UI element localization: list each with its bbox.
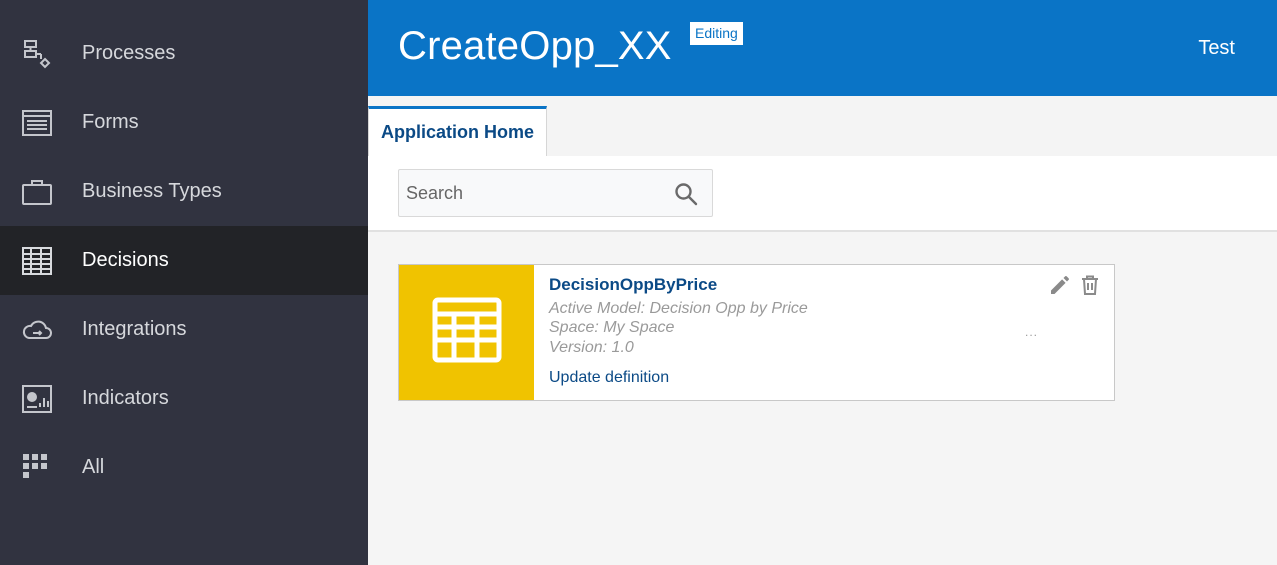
decision-card[interactable]: DecisionOppByPrice Active Model: Decisio… xyxy=(398,264,1115,401)
card-thumbnail xyxy=(399,265,534,400)
sidebar-item-label: All xyxy=(82,456,105,478)
forms-icon xyxy=(20,106,54,140)
editing-badge: Editing xyxy=(690,22,743,45)
search-icon[interactable] xyxy=(674,182,698,206)
sidebar-item-label: Processes xyxy=(82,42,176,64)
processes-icon xyxy=(20,37,54,71)
sidebar-item-label: Integrations xyxy=(82,318,187,340)
sidebar-item-forms[interactable]: Forms xyxy=(0,88,368,157)
sidebar-item-processes[interactable]: Processes xyxy=(0,19,368,88)
card-title[interactable]: DecisionOppByPrice xyxy=(549,275,717,295)
card-space: Space: My Space xyxy=(549,319,675,336)
search-input[interactable] xyxy=(399,170,669,216)
sidebar-item-business-types[interactable]: Business Types xyxy=(0,157,368,226)
sidebar-item-indicators[interactable]: Indicators xyxy=(0,364,368,433)
table-icon xyxy=(20,244,54,278)
user-menu[interactable]: Test xyxy=(1198,37,1235,60)
briefcase-icon xyxy=(20,175,54,209)
tab-label: Application Home xyxy=(380,122,534,142)
delete-icon[interactable] xyxy=(1078,273,1102,297)
edit-icon[interactable] xyxy=(1048,273,1072,297)
tab-strip: Application Home xyxy=(368,96,1277,156)
chart-icon xyxy=(20,382,54,416)
sidebar-item-label: Indicators xyxy=(82,387,169,409)
app-header: CreateOpp_XX Editing Test xyxy=(368,0,1277,96)
sidebar-item-decisions[interactable]: Decisions xyxy=(0,226,368,295)
decision-table-icon xyxy=(432,297,502,368)
cloud-icon xyxy=(20,313,54,347)
sidebar-item-integrations[interactable]: Integrations xyxy=(0,295,368,364)
more-options[interactable]: ... xyxy=(1025,325,1038,339)
card-version: Version: 1.0 xyxy=(549,339,634,356)
sidebar-item-label: Decisions xyxy=(82,249,169,271)
app-title: CreateOpp_XX xyxy=(398,24,672,68)
sidebar: Processes Forms Business Types Decisions… xyxy=(0,0,368,565)
search-bar xyxy=(368,156,1277,232)
card-active-model: Active Model: Decision Opp by Price xyxy=(549,300,808,317)
update-definition-link[interactable]: Update definition xyxy=(549,369,669,387)
tab-application-home[interactable]: Application Home xyxy=(368,106,547,156)
grid-icon xyxy=(20,451,54,485)
sidebar-item-label: Forms xyxy=(82,111,139,133)
sidebar-item-label: Business Types xyxy=(82,180,222,202)
search-box xyxy=(398,169,713,217)
sidebar-item-all[interactable]: All xyxy=(0,433,368,502)
